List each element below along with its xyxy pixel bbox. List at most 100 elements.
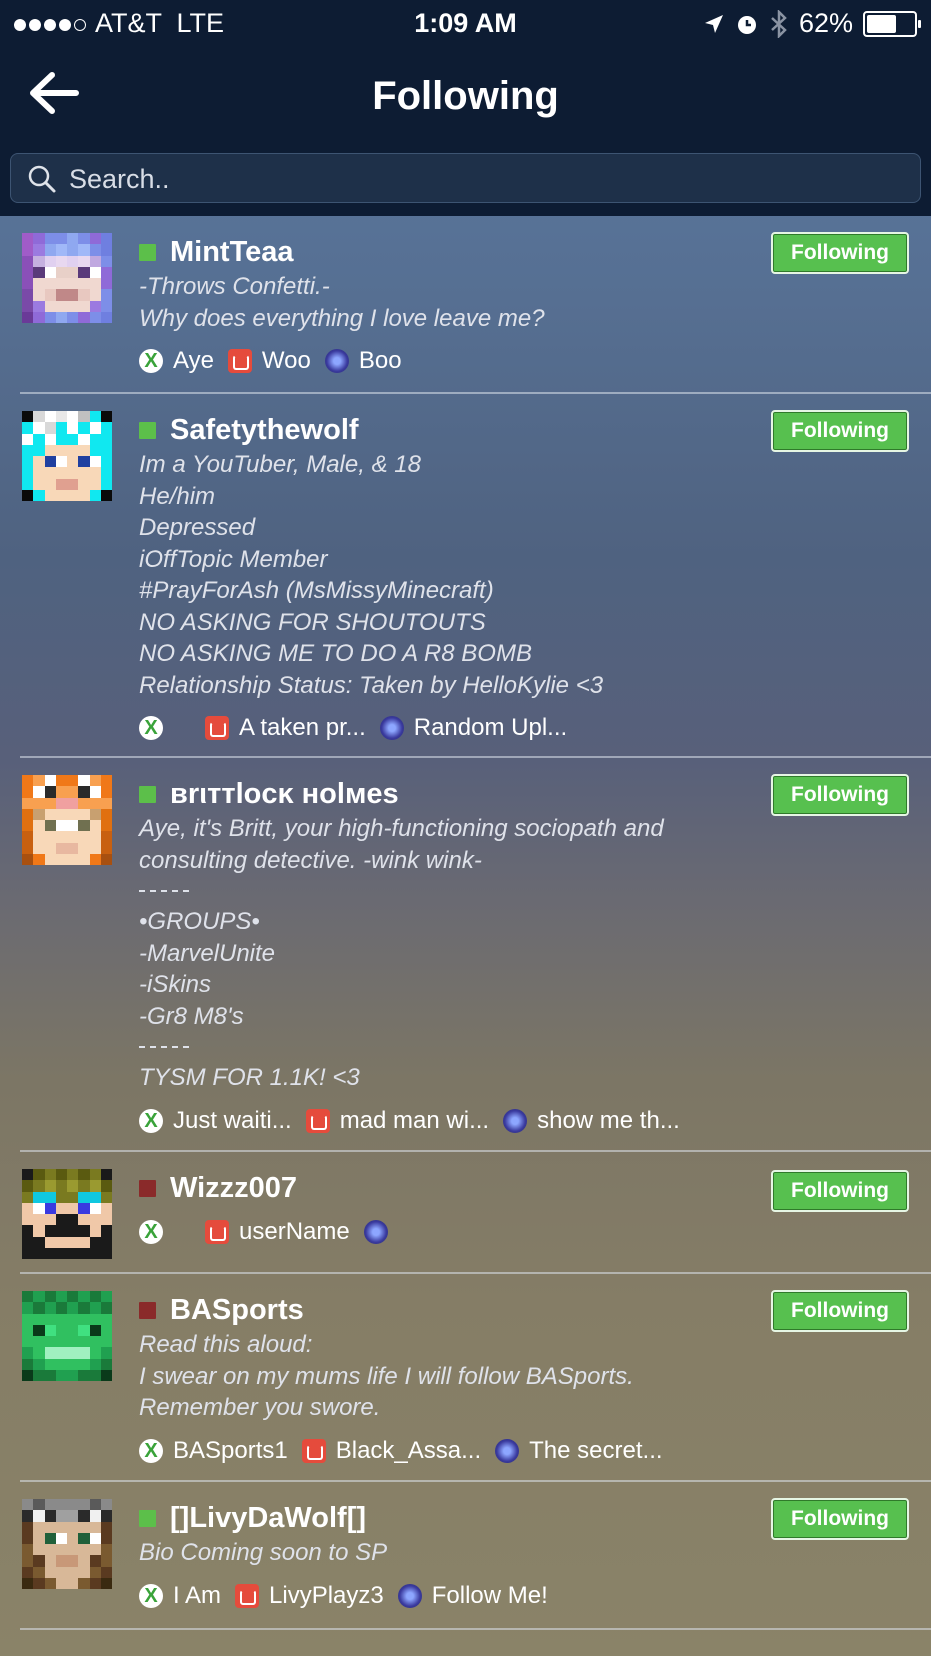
star-icon: [397, 1583, 422, 1608]
xbox-link[interactable]: X Aye: [139, 347, 214, 375]
user-name-text: вrιттlocĸ нolмeѕ: [170, 778, 399, 810]
list-item[interactable]: Safetythewolf Im a YouTuber, Male, & 18 …: [0, 394, 931, 758]
online-status-icon: [139, 243, 156, 261]
social-links: X Aye Woo Boo: [139, 344, 911, 378]
battery-icon: [863, 10, 921, 37]
star-username: Boo: [358, 347, 402, 374]
xbox-link[interactable]: X: [139, 716, 173, 740]
xbox-link[interactable]: X Just waiti...: [139, 1107, 292, 1135]
social-links: X Just waiti... mad man wi... show me th.…: [139, 1104, 911, 1138]
following-button[interactable]: Following: [771, 1290, 909, 1332]
star-link[interactable]: [363, 1220, 398, 1244]
user-bio: Aye, it's Britt, your high-functioning s…: [139, 813, 911, 1094]
xbox-icon: X: [139, 1220, 163, 1244]
avatar[interactable]: [22, 775, 112, 865]
mixer-icon: [235, 1583, 260, 1608]
user-info: Safetythewolf Im a YouTuber, Male, & 18 …: [139, 411, 911, 745]
avatar[interactable]: [22, 1499, 112, 1589]
mixer-link[interactable]: mad man wi...: [305, 1107, 489, 1135]
social-links: X BASports1 Black_Assa... The secret...: [139, 1434, 911, 1468]
xbox-icon: X: [139, 716, 163, 740]
star-link[interactable]: Follow Me!: [397, 1582, 548, 1610]
xbox-link[interactable]: X BASports1: [139, 1437, 288, 1465]
search-icon: [28, 165, 56, 193]
user-bio: -Throws Confetti.- Why does everything I…: [139, 273, 545, 332]
mixer-icon: [205, 716, 229, 740]
status-icons: 62%: [703, 8, 921, 39]
xbox-gamertag: Aye: [173, 347, 214, 374]
mixer-username: LivyPlayz3: [269, 1581, 384, 1609]
star-icon: [363, 1220, 388, 1244]
top-bar: AT&T LTE 1:09 AM 62% Following: [0, 0, 931, 216]
social-links: X I Am LivyPlayz3 Follow Me!: [139, 1579, 911, 1613]
list-item[interactable]: []LivyDaWolf[] Bio Coming soon to SP X I …: [0, 1482, 931, 1630]
avatar[interactable]: [22, 411, 112, 501]
xbox-link[interactable]: X I Am: [139, 1582, 221, 1610]
page-title: Following: [372, 74, 559, 118]
user-name-text: MintTeaa: [170, 236, 294, 268]
star-icon: [495, 1438, 520, 1463]
avatar[interactable]: [22, 1169, 112, 1259]
battery-percent: 62%: [798, 8, 853, 38]
user-bio: Read this aloud: I swear on my mums life…: [139, 1331, 634, 1421]
user-info: вrιттlocĸ нolмeѕ Aye, it's Britt, your h…: [139, 775, 911, 1138]
following-button[interactable]: Following: [771, 1498, 909, 1540]
xbox-gamertag: Just waiti...: [173, 1106, 292, 1134]
social-links: X userName: [139, 1215, 911, 1249]
offline-status-icon: [139, 1301, 156, 1319]
user-bio: Bio Coming soon to SP: [139, 1539, 388, 1566]
status-bar: AT&T LTE 1:09 AM 62%: [0, 0, 931, 46]
bio-divider: [139, 1046, 189, 1058]
following-button[interactable]: Following: [771, 1170, 909, 1212]
list-item[interactable]: BASports Read this aloud: I swear on my …: [0, 1274, 931, 1482]
mixer-icon: [301, 1438, 326, 1463]
xbox-gamertag: I Am: [173, 1581, 222, 1609]
mixer-icon: [305, 1108, 330, 1133]
mixer-icon: [227, 349, 252, 373]
mixer-username: A taken pr...: [239, 714, 366, 741]
star-link[interactable]: The secret...: [495, 1437, 663, 1465]
list-item[interactable]: Wizzz007 X userName Following: [0, 1152, 931, 1274]
mixer-link[interactable]: Black_Assa...: [301, 1437, 481, 1465]
star-link[interactable]: show me th...: [503, 1107, 680, 1135]
bio-divider: [139, 890, 189, 902]
offline-status-icon: [139, 1179, 156, 1197]
search-input[interactable]: [67, 160, 891, 198]
user-name-text: []LivyDaWolf[]: [170, 1502, 367, 1534]
bio-groups: •GROUPS• -MarvelUnite -iSkins -Gr8 M8's: [139, 908, 276, 1030]
star-username: show me th...: [537, 1106, 680, 1134]
xbox-icon: X: [139, 1583, 163, 1608]
mixer-link[interactable]: Woo: [227, 347, 311, 375]
online-status-icon: [139, 1509, 156, 1527]
search-bar[interactable]: [10, 153, 921, 203]
star-link[interactable]: Random Upl...: [379, 714, 568, 742]
user-name-text: Safetythewolf: [170, 414, 359, 446]
nav-bar: Following: [0, 50, 931, 140]
mixer-link[interactable]: LivyPlayz3: [235, 1582, 384, 1610]
mixer-icon: [205, 1220, 229, 1244]
xbox-link[interactable]: X: [139, 1220, 173, 1244]
list-item[interactable]: вrιттlocĸ нolмeѕ Aye, it's Britt, your h…: [0, 758, 931, 1152]
star-icon: [503, 1108, 528, 1133]
list-item[interactable]: MintTeaa -Throws Confetti.- Why does eve…: [0, 216, 931, 394]
social-links: X A taken pr... Random Upl...: [139, 711, 911, 745]
avatar[interactable]: [22, 233, 112, 323]
avatar[interactable]: [22, 1291, 112, 1381]
location-icon: [704, 14, 723, 33]
mixer-link[interactable]: A taken pr...: [205, 714, 366, 742]
mixer-username: userName: [239, 1218, 350, 1245]
star-link[interactable]: Boo: [324, 347, 402, 375]
user-name-text: BASports: [170, 1294, 304, 1326]
following-button[interactable]: Following: [771, 410, 909, 452]
following-button[interactable]: Following: [771, 232, 909, 274]
xbox-icon: X: [139, 349, 163, 373]
following-button[interactable]: Following: [771, 774, 909, 816]
star-icon: [379, 716, 404, 740]
star-username: Random Upl...: [413, 714, 568, 741]
online-status-icon: [139, 421, 156, 439]
mixer-link[interactable]: userName: [205, 1218, 350, 1246]
bio-intro: Aye, it's Britt, your high-functioning s…: [139, 815, 664, 874]
xbox-icon: X: [139, 1108, 163, 1133]
alarm-icon: [737, 15, 756, 34]
xbox-gamertag: BASports1: [173, 1436, 288, 1464]
